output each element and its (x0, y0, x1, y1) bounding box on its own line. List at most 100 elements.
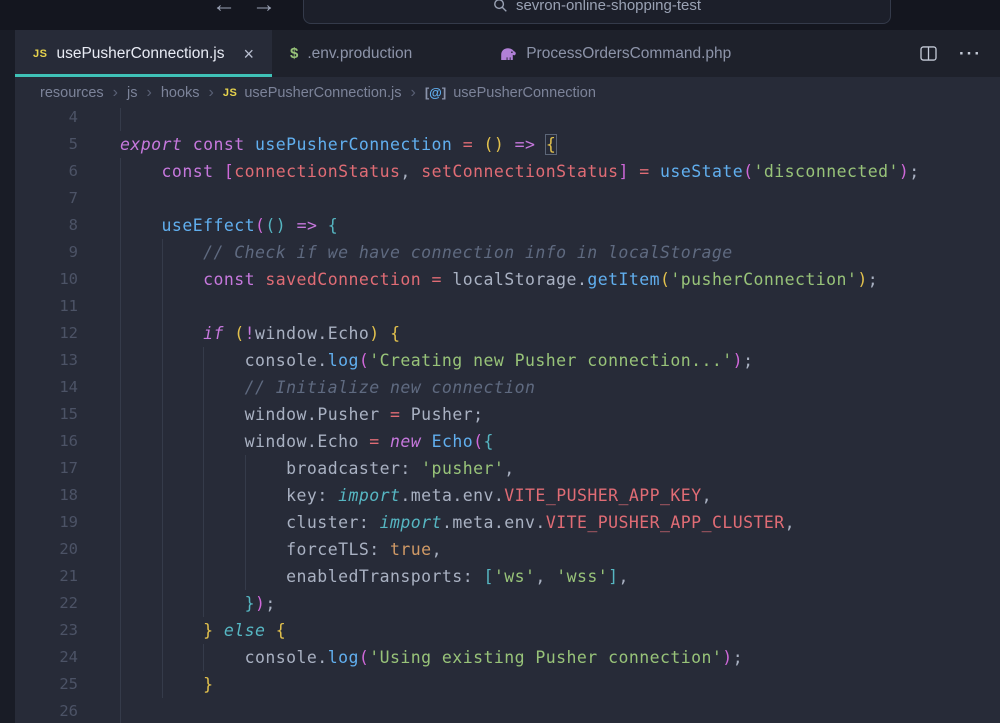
code-line-15: 15 window.Pusher = Pusher; (15, 401, 1000, 428)
code-text: // Initialize new connection (120, 374, 535, 401)
breadcrumb-label: usePusherConnection.js (244, 84, 402, 101)
indent-guide (244, 536, 246, 563)
tab--env-production[interactable]: $ .env.production (272, 30, 430, 77)
code-line-16: 16 window.Echo = new Echo({ (15, 428, 1000, 455)
code-line-12: 12 if (!window.Echo) { (15, 320, 1000, 347)
code-line-24: 24 console.log('Using existing Pusher co… (15, 644, 1000, 671)
code-text: export const usePusherConnection = () =>… (120, 134, 558, 155)
breadcrumb-label: js (127, 84, 138, 101)
indent-guide (120, 266, 121, 293)
indent-guide (203, 590, 204, 617)
indent-guide (120, 374, 121, 401)
line-number: 12 (59, 324, 78, 342)
line-number: 20 (59, 540, 78, 558)
line-number: 26 (59, 702, 78, 720)
breadcrumb-item-usepusherconnection[interactable]: [@] usePusherConnection (425, 85, 596, 101)
indent-guide (244, 563, 246, 590)
indent-guide (161, 509, 163, 536)
more-actions-icon[interactable]: ··· (959, 44, 982, 64)
editor-left-margin (0, 30, 15, 723)
breadcrumb-item-usepusherconnection-js[interactable]: JS usePusherConnection.js (223, 85, 402, 101)
breadcrumb-separator: › (208, 83, 214, 101)
indent-guide (120, 509, 121, 536)
code-text: if (!window.Echo) { (120, 320, 400, 347)
split-editor-icon[interactable] (920, 46, 937, 61)
breadcrumb-item-hooks[interactable]: hooks (161, 85, 200, 101)
line-number: 21 (59, 567, 78, 585)
code-text: } (120, 671, 213, 698)
line-number: 9 (68, 243, 78, 261)
back-arrow-icon[interactable]: ← (212, 0, 236, 19)
indent-guide (161, 590, 163, 617)
php-elephant-icon (500, 47, 517, 61)
indent-guide (244, 482, 246, 509)
indent-guide (161, 428, 163, 455)
line-number: 10 (59, 270, 78, 288)
forward-arrow-icon[interactable]: → (252, 0, 276, 19)
code-line-26: 26 (15, 698, 1000, 723)
code-line-5: 5 export const usePusherConnection = () =… (15, 131, 1000, 158)
indent-guide (203, 536, 204, 563)
tab-processorderscommand-php[interactable]: ProcessOrdersCommand.php (482, 30, 749, 77)
indent-guide (203, 482, 204, 509)
indent-guide (120, 563, 121, 590)
code-line-6: 6 const [connectionStatus, setConnection… (15, 158, 1000, 185)
indent-guide (203, 428, 204, 455)
breadcrumb-separator: › (410, 83, 416, 101)
breadcrumb-item-js[interactable]: js (127, 85, 137, 101)
line-number: 15 (59, 405, 78, 423)
indent-guide (120, 590, 121, 617)
line-number: 7 (68, 189, 78, 207)
indent-guide (161, 644, 163, 671)
code-text: }); (120, 590, 276, 617)
indent-guide (161, 482, 163, 509)
code-line-21: 21 enabledTransports: ['ws', 'wss'], (15, 563, 1000, 590)
close-tab-icon[interactable]: × (244, 45, 255, 63)
code-text: console.log('Creating new Pusher connect… (120, 347, 753, 374)
indent-guide (120, 239, 121, 266)
code-text: } else { (120, 617, 286, 644)
tab-label: usePusherConnection.js (56, 44, 225, 62)
code-line-18: 18 key: import.meta.env.VITE_PUSHER_APP_… (15, 482, 1000, 509)
indent-guide (120, 293, 121, 320)
indent-guide (120, 482, 121, 509)
tab-usepusherconnection-js[interactable]: JS usePusherConnection.js × (15, 30, 273, 77)
indent-guide (120, 671, 121, 698)
tab-label: .env.production (307, 44, 413, 62)
line-number: 8 (68, 216, 78, 234)
code-line-23: 23 } else { (15, 617, 1000, 644)
breadcrumb: resources › js › hooks › JS usePusherConnection… (0, 77, 1000, 108)
line-number: 11 (59, 297, 78, 315)
indent-guide (203, 563, 204, 590)
breadcrumb-separator: › (112, 83, 118, 101)
code-text: enabledTransports: ['ws', 'wss'], (120, 563, 629, 590)
env-dollar-icon: $ (290, 45, 299, 62)
line-number: 14 (59, 378, 78, 396)
code-line-19: 19 cluster: import.meta.env.VITE_PUSHER_… (15, 509, 1000, 536)
breadcrumb-separator: › (146, 83, 152, 101)
code-editor[interactable]: 4 5 export const usePusherConnection = () … (0, 108, 1000, 723)
indent-guide (161, 617, 163, 644)
js-icon: JS (33, 47, 48, 60)
code-line-4: 4 (15, 108, 1000, 131)
breadcrumb-item-resources[interactable]: resources (40, 85, 104, 101)
line-number: 19 (59, 513, 78, 531)
line-number: 17 (59, 459, 78, 477)
line-number: 25 (59, 675, 78, 693)
code-text: window.Pusher = Pusher; (120, 401, 484, 428)
breadcrumb-label: hooks (160, 84, 200, 101)
code-text: console.log('Using existing Pusher conne… (120, 644, 743, 671)
code-line-25: 25 } (15, 671, 1000, 698)
code-line-14: 14 // Initialize new connection (15, 374, 1000, 401)
command-center-search[interactable]: sevron-online-shopping-test (303, 0, 891, 24)
line-number: 5 (68, 135, 78, 153)
line-number: 22 (59, 594, 78, 612)
indent-guide (161, 455, 163, 482)
indent-guide (120, 536, 121, 563)
code-line-8: 8 useEffect(() => { (15, 212, 1000, 239)
indent-guide (120, 158, 121, 185)
code-text: forceTLS: true, (120, 536, 442, 563)
indent-guide (120, 428, 121, 455)
indent-guide (161, 266, 163, 293)
symbol-icon: [@] (424, 85, 447, 100)
